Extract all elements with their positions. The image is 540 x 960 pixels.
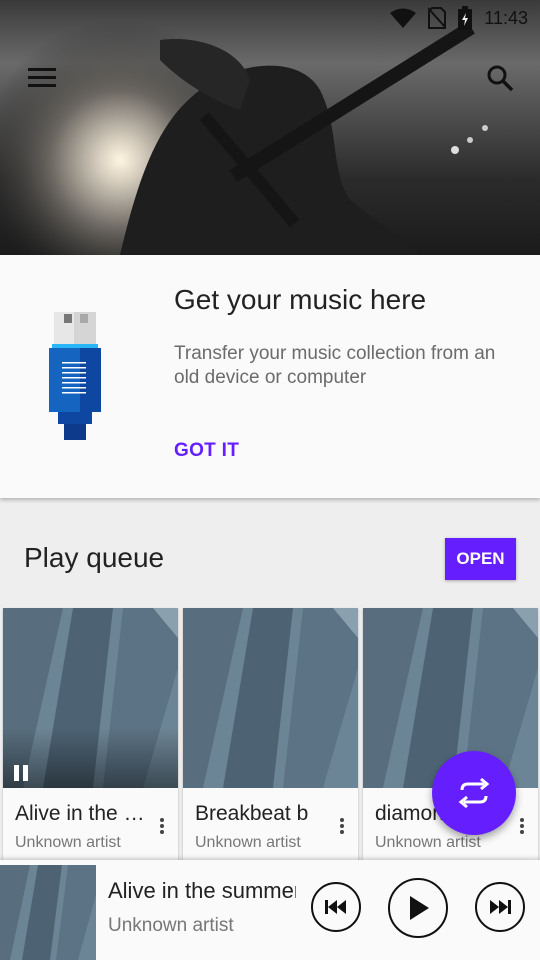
next-icon	[490, 900, 511, 914]
mini-player-artist: Unknown artist	[108, 915, 234, 936]
mini-player-album-art	[0, 865, 96, 960]
next-button[interactable]	[475, 882, 525, 932]
usb-icon	[46, 312, 106, 447]
queue-item-title: Alive in the summer	[15, 802, 155, 825]
album-art	[3, 608, 178, 788]
menu-icon	[28, 68, 56, 87]
more-vert-icon[interactable]	[519, 817, 525, 840]
no-sim-icon	[428, 7, 447, 29]
more-vert-icon[interactable]	[159, 817, 165, 840]
queue-item-artist: Unknown artist	[15, 834, 121, 851]
got-it-button[interactable]: GOT IT	[174, 440, 239, 462]
status-time: 11:43	[484, 7, 528, 28]
queue-item-artist: Unknown artist	[195, 834, 301, 851]
status-bar: 11:43	[0, 0, 540, 36]
play-queue-title: Play queue	[24, 542, 165, 573]
banner-photo	[0, 0, 540, 255]
shuffle-icon	[458, 778, 490, 808]
menu-button[interactable]	[20, 58, 64, 98]
previous-button[interactable]	[311, 882, 361, 932]
more-vert-icon[interactable]	[339, 817, 345, 840]
queue-item[interactable]: Breakbeat b Unknown artist	[183, 608, 358, 860]
open-queue-button[interactable]: OPEN	[445, 538, 516, 580]
search-button[interactable]	[478, 58, 522, 98]
search-icon	[487, 65, 514, 92]
play-button[interactable]	[388, 878, 448, 938]
previous-icon	[325, 900, 346, 914]
mini-player-title: Alive in the summer	[108, 878, 296, 903]
album-art	[183, 608, 358, 788]
battery-icon	[458, 6, 473, 30]
play-icon	[410, 896, 429, 920]
card-title: Get your music here	[174, 284, 427, 315]
card-description: Transfer your music collection from an o…	[174, 343, 496, 388]
queue-item-artist: Unknown artist	[375, 834, 481, 851]
queue-item-title: Breakbeat b	[195, 802, 309, 825]
mini-player[interactable]	[0, 860, 540, 960]
header-banner	[0, 0, 540, 255]
wifi-icon	[390, 8, 417, 28]
pause-icon	[11, 764, 31, 787]
queue-item[interactable]: Alive in the summer Unknown artist	[3, 608, 178, 860]
shuffle-button[interactable]	[432, 751, 516, 835]
